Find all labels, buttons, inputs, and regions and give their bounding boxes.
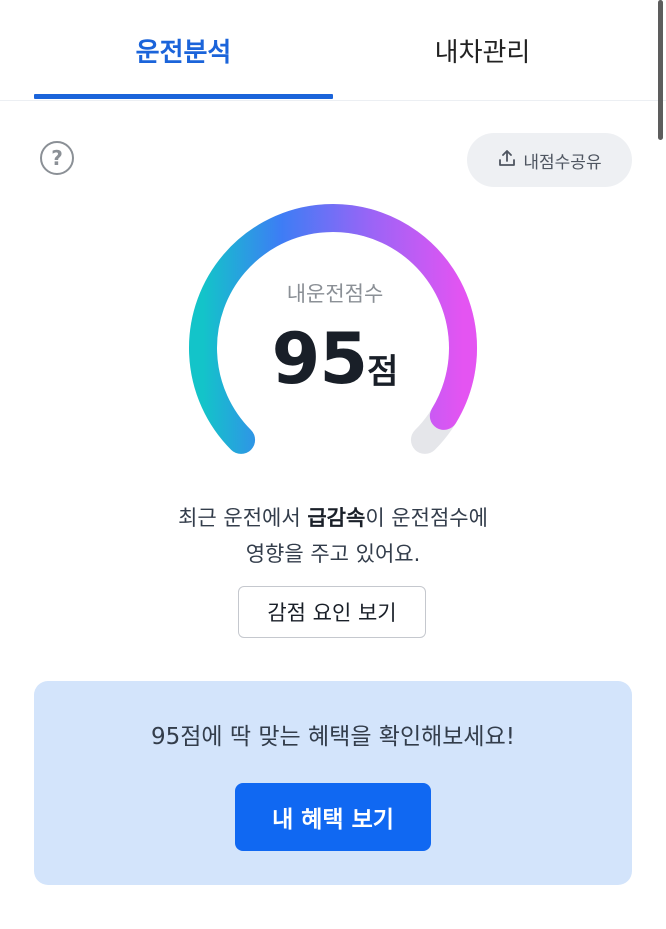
benefit-text: 95점에 딱 맞는 혜택을 확인해보세요! (151, 724, 515, 750)
tab-driving-analysis[interactable]: 운전분석 (34, 0, 333, 100)
message-suffix: 이 운전점수에 (365, 506, 488, 530)
share-upload-icon (497, 148, 517, 172)
view-deduction-factors-button[interactable]: 감점 요인 보기 (238, 586, 426, 638)
score-label: 내운전점수 (286, 282, 384, 306)
score-message: 최근 운전에서 급감속이 운전점수에 영향을 주고 있어요. (0, 500, 666, 572)
share-button-label: 내점수공유 (523, 152, 602, 173)
score-gauge: 내운전점수 95점 (180, 200, 490, 470)
tab-bar: 운전분석 내차관리 (0, 0, 666, 101)
score-value: 95 (271, 318, 368, 400)
score-unit: 점 (367, 352, 399, 392)
message-highlight: 급감속 (307, 506, 366, 530)
my-benefits-button[interactable]: 내 혜택 보기 (235, 783, 431, 851)
share-score-button[interactable]: 내점수공유 (467, 133, 632, 187)
tab-my-car[interactable]: 내차관리 (333, 0, 632, 100)
message-prefix: 최근 운전에서 (178, 506, 308, 530)
message-line-2: 영향을 주고 있어요. (245, 542, 421, 566)
driving-analysis-page: 운전분석 내차관리 ? 내점수공유 내운전점수 95점 최근 운전에서 급감속이… (0, 0, 666, 929)
active-tab-indicator (34, 94, 333, 99)
message-line-1: 최근 운전에서 급감속이 운전점수에 (0, 500, 666, 536)
benefit-card: 95점에 딱 맞는 혜택을 확인해보세요! 내 혜택 보기 (34, 681, 632, 885)
question-circle-icon[interactable]: ? (40, 141, 74, 175)
score-display: 95점 (180, 318, 490, 400)
scrollbar[interactable] (658, 0, 663, 140)
